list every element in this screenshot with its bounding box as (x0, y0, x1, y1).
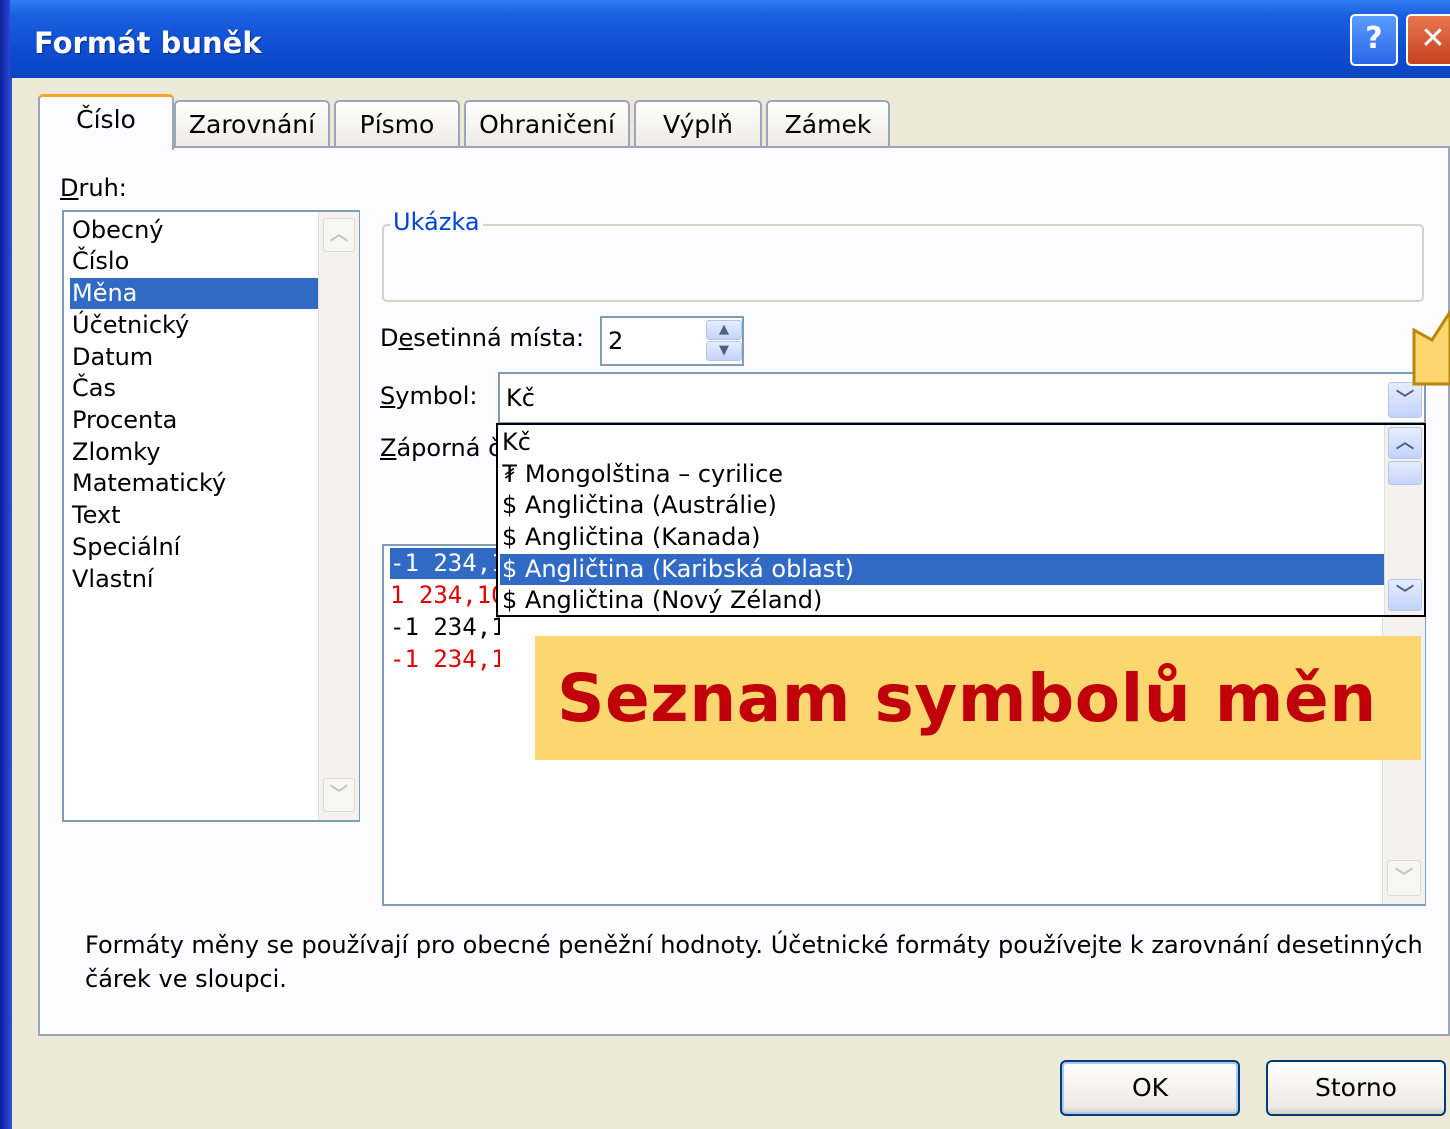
dialog-window: Formát buněk ? ✕ Číslo Zarovnání Písmo O… (0, 0, 1450, 1129)
chevron-down-icon[interactable]: ﹀ (323, 778, 355, 812)
category-scrollbar[interactable]: ︿ ﹀ (318, 212, 359, 820)
tab-label: Výplň (663, 110, 733, 139)
sample-group (382, 224, 1424, 302)
list-item[interactable]: Text (70, 500, 318, 531)
dialog-title: Formát buněk (34, 26, 262, 60)
chevron-up-icon[interactable]: ︿ (323, 218, 355, 252)
close-icon: ✕ (1420, 21, 1446, 56)
list-item[interactable]: 1 234,10 (390, 580, 500, 611)
tab-label: Zarovnání (188, 110, 316, 139)
sample-label: Ukázka (390, 208, 483, 236)
tab-zarovnani[interactable]: Zarovnání (174, 100, 330, 146)
list-item-selected[interactable]: -1 234,10 (390, 548, 500, 579)
list-item[interactable]: -1 234,10 (390, 644, 500, 675)
list-item[interactable]: Čas (70, 373, 318, 404)
callout-text: Seznam symbolů měn (557, 660, 1377, 737)
list-item-selected[interactable]: Měna (70, 278, 318, 309)
category-label: Druh: (60, 174, 127, 202)
symbol-select[interactable]: Kč (498, 372, 1426, 424)
tab-vypln[interactable]: Výplň (634, 100, 762, 146)
negative-numbers-label: Záporná č (380, 434, 502, 462)
scrollbar-thumb[interactable] (1388, 461, 1422, 485)
spin-down-button[interactable]: ▼ (706, 341, 742, 361)
spin-up-button[interactable]: ▲ (706, 320, 742, 340)
decimal-places-value: 2 (608, 327, 624, 355)
dropdown-item[interactable]: $ Angličtina (Austrálie) (500, 490, 1386, 521)
symbol-dropdown-list[interactable]: Kč ₮ Mongolština – cyrilice $ Angličtina… (496, 423, 1426, 617)
tab-ohraniceni[interactable]: Ohraničení (464, 100, 630, 146)
dropdown-item[interactable]: $ Angličtina (Kanada) (500, 522, 1386, 553)
ok-button[interactable]: OK (1060, 1060, 1240, 1116)
list-item[interactable]: Speciální (70, 532, 318, 563)
callout-banner: Seznam symbolů měn (535, 636, 1421, 760)
list-item[interactable]: Datum (70, 342, 318, 373)
help-button[interactable]: ? (1350, 14, 1398, 66)
close-button[interactable]: ✕ (1406, 14, 1450, 66)
dropdown-item[interactable]: ₮ Mongolština – cyrilice (500, 459, 1386, 490)
tab-pismo[interactable]: Písmo (334, 100, 460, 146)
tab-cislo[interactable]: Číslo (38, 94, 174, 150)
dropdown-item[interactable]: $ Angličtina (Nový Zéland) (500, 585, 1386, 615)
dropdown-scrollbar[interactable]: ︿ ﹀ (1384, 425, 1424, 615)
help-icon: ? (1365, 21, 1383, 56)
tab-label: Ohraničení (479, 110, 615, 139)
window-border (0, 78, 12, 1129)
symbol-value: Kč (506, 384, 535, 412)
list-item[interactable]: Vlastní (70, 564, 318, 595)
dropdown-item-highlighted[interactable]: $ Angličtina (Karibská oblast) (500, 554, 1386, 585)
list-item[interactable]: -1 234,10 (390, 612, 500, 643)
dropdown-item[interactable]: Kč (500, 427, 1386, 458)
chevron-up-icon[interactable]: ︿ (1388, 427, 1422, 459)
decimal-places-label: Desetinná místa: (380, 324, 585, 352)
category-list[interactable]: Obecný Číslo Měna Účetnický Datum Čas Pr… (62, 210, 360, 822)
symbol-label: Symbol: (380, 382, 478, 410)
chevron-down-icon[interactable]: ﹀ (1388, 579, 1422, 611)
list-item[interactable]: Obecný (70, 215, 318, 246)
tab-label: Zámek (784, 110, 872, 139)
list-item[interactable]: Procenta (70, 405, 318, 436)
chevron-down-icon[interactable]: ﹀ (1387, 860, 1421, 896)
title-bar[interactable]: Formát buněk ? ✕ (10, 0, 1450, 78)
list-item[interactable]: Matematický (70, 468, 318, 499)
callout-arrow-icon (1412, 309, 1450, 386)
list-item[interactable]: Účetnický (70, 310, 318, 341)
list-item[interactable]: Zlomky (70, 437, 318, 468)
format-description: Formáty měny se používají pro obecné pen… (85, 931, 1423, 993)
tab-label: Písmo (359, 110, 435, 139)
list-item[interactable]: Číslo (70, 246, 318, 277)
cancel-button[interactable]: Storno (1266, 1060, 1446, 1116)
tab-label: Číslo (76, 105, 136, 134)
tab-zamek[interactable]: Zámek (766, 100, 890, 146)
